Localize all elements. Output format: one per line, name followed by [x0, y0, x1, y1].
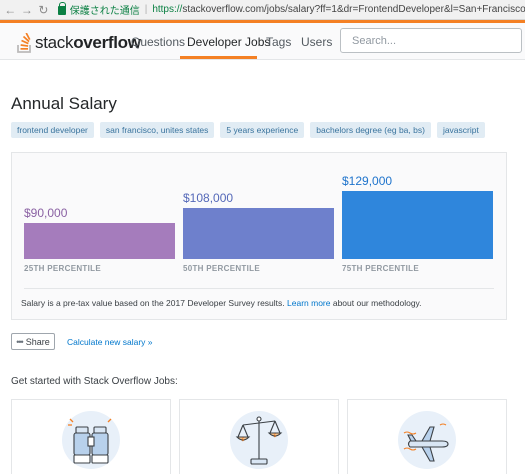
browser-address-bar: ← → ↻ 保護された通信 | https://stackoverflow.co…: [0, 0, 525, 20]
calculate-new-salary-link[interactable]: Calculate new salary »: [67, 337, 153, 347]
get-started-card-scale[interactable]: $ $: [179, 399, 339, 474]
logo-light-text: stack: [35, 33, 74, 52]
topbar-accent-line: [0, 20, 525, 23]
balance-scale-icon: $ $: [235, 416, 283, 465]
nav-questions[interactable]: Questions: [131, 35, 185, 49]
url-path: stackoverflow.com/jobs/salary?ff=1&dr=Fr…: [182, 4, 525, 15]
logo-wordmark: stackoverflow: [35, 33, 141, 53]
nav-tags[interactable]: Tags: [266, 35, 291, 49]
tag-role[interactable]: frontend developer: [11, 122, 94, 138]
note-text-before: Salary is a pre-tax value based on the 2…: [21, 298, 288, 308]
tag-technology[interactable]: javascript: [436, 122, 485, 138]
percentile-label-25th: 25TH PERCENTILE: [24, 264, 101, 273]
search-input[interactable]: [340, 28, 522, 53]
share-button[interactable]: ••• Share: [11, 333, 55, 350]
active-nav-indicator: [180, 56, 257, 59]
panel-divider: [24, 288, 494, 289]
forward-arrow-icon[interactable]: →: [21, 3, 34, 17]
stack-logo-icon: [17, 33, 31, 53]
reload-icon[interactable]: ↻: [37, 3, 50, 17]
tag-location[interactable]: san francisco, unites states: [99, 122, 215, 138]
methodology-note: Salary is a pre-tax value based on the 2…: [21, 298, 422, 308]
learn-more-link[interactable]: Learn more: [287, 298, 330, 308]
note-text-after: about our methodology.: [330, 298, 422, 308]
nav-developer-jobs[interactable]: Developer Jobs: [187, 35, 270, 49]
salary-bar-75th: [342, 191, 493, 259]
filter-tags: frontend developer san francisco, unites…: [11, 122, 485, 138]
percentile-label-50th: 50TH PERCENTILE: [183, 264, 260, 273]
salary-bar-50th: [183, 208, 334, 259]
svg-text:$: $: [241, 437, 244, 443]
get-started-card-binoculars[interactable]: [11, 399, 171, 474]
binoculars-icon: [68, 418, 112, 464]
page-title: Annual Salary: [11, 94, 117, 113]
lock-icon: [57, 2, 66, 15]
back-arrow-icon[interactable]: ←: [4, 3, 17, 17]
salary-value-25th: $90,000: [24, 206, 68, 220]
secure-connection-label: 保護された通信: [69, 6, 140, 17]
stackoverflow-logo[interactable]: stackoverflow: [17, 33, 141, 53]
url-field[interactable]: https://stackoverflow.com/jobs/salary?ff…: [152, 4, 525, 15]
get-started-heading: Get started with Stack Overflow Jobs:: [11, 376, 178, 387]
salary-value-75th: $129,000: [342, 174, 393, 188]
url-separator: |: [144, 4, 148, 15]
tag-experience[interactable]: 5 years experience: [220, 122, 305, 138]
salary-bar-25th: [24, 223, 175, 259]
share-label: Share: [25, 336, 50, 347]
nav-users[interactable]: Users: [301, 35, 332, 49]
svg-text:$: $: [273, 433, 276, 439]
more-dots-icon: •••: [16, 336, 24, 347]
tag-education[interactable]: bachelors degree (eg ba, bs): [310, 122, 431, 138]
get-started-card-airplane[interactable]: [347, 399, 507, 474]
salary-value-50th: $108,000: [183, 191, 234, 205]
airplane-icon: [403, 423, 449, 462]
url-protocol: https://: [152, 4, 183, 15]
percentile-label-75th: 75TH PERCENTILE: [342, 264, 419, 273]
